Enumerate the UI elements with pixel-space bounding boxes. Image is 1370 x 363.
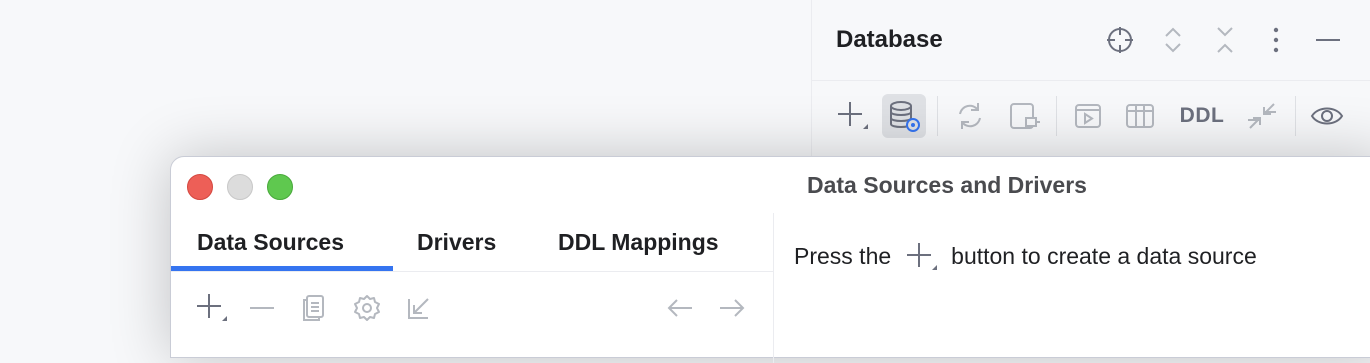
dialog-tabs: Data Sources Drivers DDL Mappings	[171, 213, 773, 272]
dialog-right-pane: Press the button to create a data source	[774, 213, 1370, 363]
tab-data-sources[interactable]: Data Sources	[197, 229, 344, 256]
add-data-source-plus-icon[interactable]	[830, 94, 874, 138]
hint-text-before: Press the	[794, 242, 892, 269]
ddl-label: DDL	[1179, 104, 1225, 127]
back-arrow-icon[interactable]	[660, 288, 700, 328]
dialog-left-pane: Data Sources Drivers DDL Mappings	[171, 213, 774, 363]
database-header: Database	[812, 0, 1370, 81]
more-vertical-icon[interactable]	[1260, 24, 1292, 56]
minus-icon[interactable]	[242, 288, 282, 328]
selected-tab-indicator	[171, 266, 393, 271]
tab-drivers[interactable]: Drivers	[417, 229, 496, 256]
compare-icon[interactable]	[1240, 94, 1284, 138]
hint-text-after: button to create a data source	[951, 242, 1257, 269]
settings-icon[interactable]	[347, 288, 387, 328]
import-icon[interactable]	[399, 288, 439, 328]
window-close-button[interactable]	[187, 174, 213, 200]
empty-state-hint: Press the button to create a data source	[794, 241, 1257, 271]
plus-icon[interactable]	[191, 288, 231, 328]
crosshair-icon[interactable]	[1104, 24, 1136, 56]
window-minimize-button[interactable]	[227, 174, 253, 200]
eye-icon[interactable]	[1305, 94, 1349, 138]
ddl-icon[interactable]: DDL	[1177, 94, 1227, 138]
minimize-icon[interactable]	[1312, 24, 1344, 56]
table-icon[interactable]	[1118, 94, 1162, 138]
disconnect-icon[interactable]	[1002, 94, 1046, 138]
data-sources-dialog: Data Sources and Drivers Data Sources Dr…	[170, 156, 1370, 363]
data-sources-toolbar	[171, 272, 773, 342]
dialog-titlebar: Data Sources and Drivers	[171, 157, 1370, 213]
window-maximize-button[interactable]	[267, 174, 293, 200]
console-icon[interactable]	[1066, 94, 1110, 138]
collapse-icon[interactable]	[1209, 24, 1241, 56]
copy-icon[interactable]	[294, 288, 334, 328]
tab-ddl-mappings[interactable]: DDL Mappings	[558, 229, 719, 256]
database-title: Database	[836, 26, 943, 53]
inline-plus-icon	[901, 241, 941, 271]
database-toolbar: DDL	[812, 81, 1370, 153]
data-source-properties-icon[interactable]	[882, 94, 926, 138]
refresh-icon[interactable]	[948, 94, 992, 138]
expand-icon[interactable]	[1157, 24, 1189, 56]
dialog-title: Data Sources and Drivers	[807, 172, 1087, 198]
forward-arrow-icon[interactable]	[712, 288, 752, 328]
